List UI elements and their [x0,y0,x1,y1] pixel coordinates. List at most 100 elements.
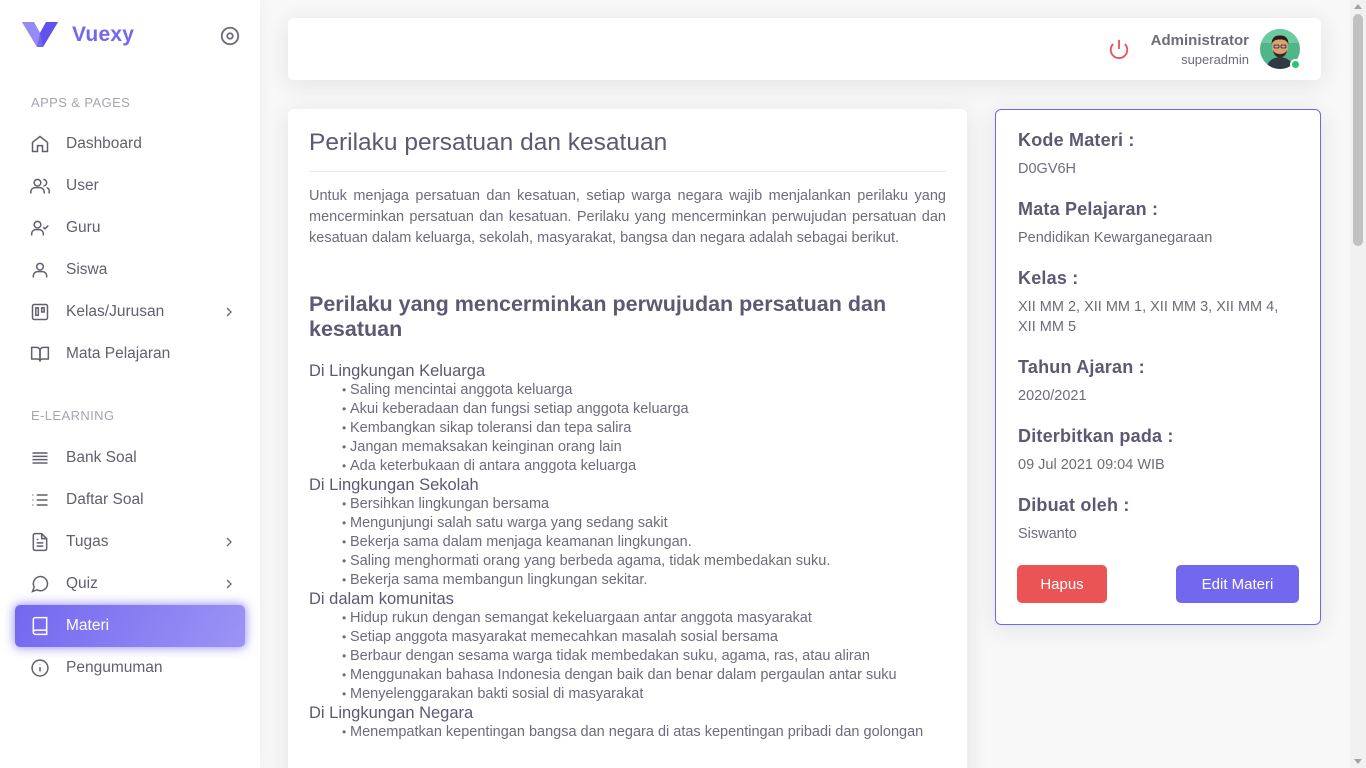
kode-materi-value: D0GV6H [1018,161,1077,177]
sidebar-item-label: Tugas [66,533,109,550]
materi-info-card: Kode Materi : D0GV6H Mata Pelajaran : Pe… [995,109,1321,625]
sidebar-item-daftar-soal[interactable]: Daftar Soal [15,479,245,521]
edit-materi-button[interactable]: Edit Materi [1176,565,1299,603]
sidebar-item-guru[interactable]: Guru [15,207,245,249]
info-icon [30,658,50,678]
sidebar-item-label: Dashboard [66,135,142,152]
section-list: Hidup rukun dengan semangat kekeluargaan… [309,609,946,704]
sidebar-item-user[interactable]: User [15,165,245,207]
delete-button[interactable]: Hapus [1017,565,1107,603]
list-item: Kembangkan sikap toleransi dan tepa sali… [342,419,946,438]
sidebar-item-label: Mata Pelajaran [66,345,171,362]
power-icon[interactable] [1108,38,1130,60]
scrollbar-thumb[interactable] [1353,14,1363,246]
sidebar-item-label: Daftar Soal [66,491,144,508]
diterbitkan-label: Diterbitkan pada : [1018,426,1174,446]
sidebar-item-mata-pelajaran[interactable]: Mata Pelajaran [15,333,245,375]
content-sections: Di Lingkungan Keluarga Saling mencintai … [309,362,946,742]
sidebar-item-kelas-jurusan[interactable]: Kelas/Jurusan [15,291,245,333]
vuexy-logo-icon [22,22,58,47]
list-item: Jangan memaksakan keinginan orang lain [342,438,946,457]
list-icon [30,490,50,510]
sidebar-item-quiz[interactable]: Quiz [15,563,245,605]
list-item: Menyelenggarakan bakti sosial di masyara… [342,685,946,704]
list-item: Mengunjungi salah satu warga yang sedang… [342,514,946,533]
section-header-elearning: E-LEARNING [31,408,115,423]
list-item: Setiap anggota masyarakat memecahkan mas… [342,628,946,647]
user-name[interactable]: Administrator [1151,32,1249,49]
section-list: Saling mencintai anggota keluarga Akui k… [309,381,946,476]
scroll-up-arrow-icon[interactable] [1354,4,1362,9]
materi-content-card: Perilaku persatuan dan kesatuan Untuk me… [288,109,967,768]
title-divider [309,171,946,172]
sidebar: Vuexy APPS & PAGES Dashboard User Guru S… [0,0,260,768]
users-icon [30,176,50,196]
tahun-ajaran-label: Tahun Ajaran : [1018,357,1145,377]
list-item: Menempatkan kepentingan bangsa dan negar… [342,723,946,742]
section-heading: Di Lingkungan Negara [309,704,474,722]
section-header-apps: APPS & PAGES [31,95,131,110]
sidebar-item-dashboard[interactable]: Dashboard [15,123,245,165]
sidebar-item-label: Quiz [66,575,98,592]
subtitle: Perilaku yang mencerminkan perwujudan pe… [309,292,887,341]
section-list: Menempatkan kepentingan bangsa dan negar… [309,723,946,742]
diterbitkan-value: 09 Jul 2021 09:04 WIB [1018,457,1165,473]
brand[interactable]: Vuexy [22,22,134,48]
tahun-ajaran-value: 2020/2021 [1018,388,1087,404]
user-role: superadmin [1181,52,1249,67]
book-icon [30,616,50,636]
list-item: Akui keberadaan dan fungsi setiap anggot… [342,400,946,419]
section-heading: Di dalam komunitas [309,590,454,608]
kelas-label: Kelas : [1018,268,1079,288]
sidebar-item-label: Bank Soal [66,449,137,466]
list-item: Berbaur dengan sesama warga tidak membed… [342,647,946,666]
kode-materi-label: Kode Materi : [1018,130,1135,150]
sidebar-item-materi[interactable]: Materi [15,605,245,647]
sidebar-item-label: Kelas/Jurusan [66,303,165,320]
chevron-right-icon [226,307,232,317]
sidebar-item-tugas[interactable]: Tugas [15,521,245,563]
top-navbar: Administrator superadmin [288,18,1321,80]
dibuat-oleh-label: Dibuat oleh : [1018,495,1130,515]
avatar[interactable] [1260,29,1301,70]
online-status-indicator [1290,59,1301,70]
sidebar-item-pengumuman[interactable]: Pengumuman [15,647,245,689]
intro-paragraph: Untuk menjaga persatuan dan kesatuan, se… [309,188,946,246]
list-item: Hidup rukun dengan semangat kekeluargaan… [342,609,946,628]
sidebar-item-label: Guru [66,219,101,236]
chevron-right-icon [226,579,232,589]
brand-name: Vuexy [72,23,135,46]
sidebar-item-siswa[interactable]: Siswa [15,249,245,291]
trello-icon [30,302,50,322]
book-open-icon [30,344,50,364]
list-item: Bekerja sama dalam menjaga keamanan ling… [342,533,946,552]
chevron-right-icon [226,537,232,547]
section-heading: Di Lingkungan Sekolah [309,476,479,494]
collapse-toggle-icon[interactable] [219,25,241,47]
mata-pelajaran-label: Mata Pelajaran : [1018,199,1159,219]
sidebar-item-label: Pengumuman [66,659,163,676]
section-list: Bersihkan lingkungan bersama Mengunjungi… [309,495,946,590]
file-text-icon [30,532,50,552]
page-scrollbar[interactable] [1350,0,1366,768]
align-justify-icon [30,448,50,468]
list-item: Bersihkan lingkungan bersama [342,495,946,514]
sidebar-item-label: Materi [66,617,110,634]
mata-pelajaran-value: Pendidikan Kewarganegaraan [1018,230,1213,246]
list-item: Saling mencintai anggota keluarga [342,381,946,400]
user-icon [30,260,50,280]
scroll-down-arrow-icon[interactable] [1354,759,1362,764]
home-icon [30,134,50,154]
list-item: Ada keterbukaan di antara anggota keluar… [342,457,946,476]
page-title: Perilaku persatuan dan kesatuan [309,129,668,156]
list-item: Saling menghormati orang yang berbeda ag… [342,552,946,571]
list-item: Menggunakan bahasa Indonesia dengan baik… [342,666,946,685]
dibuat-oleh-value: Siswanto [1018,526,1077,542]
message-circle-icon [30,574,50,594]
sidebar-item-bank-soal[interactable]: Bank Soal [15,437,245,479]
list-item: Bekerja sama membangun lingkungan sekita… [342,571,946,590]
user-check-icon [30,218,50,238]
section-heading: Di Lingkungan Keluarga [309,362,486,380]
kelas-value: XII MM 2, XII MM 1, XII MM 3, XII MM 4, … [1018,299,1279,335]
sidebar-item-label: Siswa [66,261,108,278]
